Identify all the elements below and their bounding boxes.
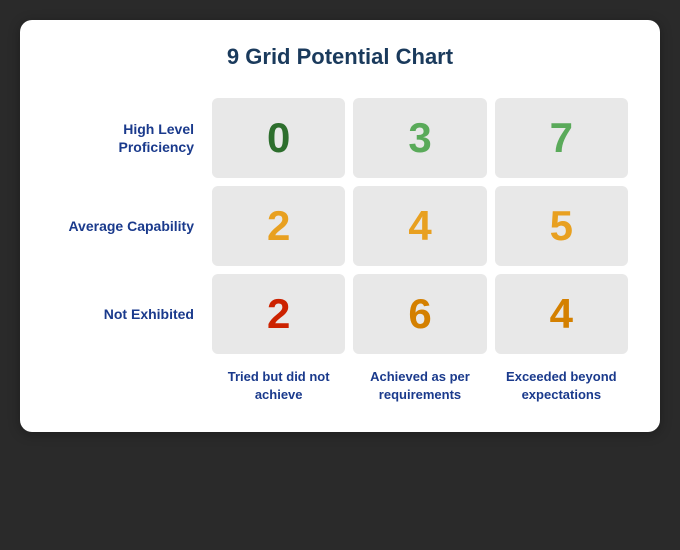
chart-card: 9 Grid Potential Chart High Level Profic… — [20, 20, 660, 432]
grid-container: High Level Proficiency 0 3 7 Average Cap… — [48, 94, 632, 404]
cell-0-0: 0 — [212, 98, 345, 178]
chart-title: 9 Grid Potential Chart — [48, 44, 632, 70]
cell-1-1: 4 — [353, 186, 486, 266]
col-label-2: Exceeded beyond expectations — [491, 358, 632, 404]
cell-1-0: 2 — [212, 186, 345, 266]
cell-0-1: 3 — [353, 98, 486, 178]
grid-corner — [48, 358, 208, 404]
cell-2-1: 6 — [353, 274, 486, 354]
cell-2-2: 4 — [495, 274, 628, 354]
cell-0-2: 7 — [495, 98, 628, 178]
row-label-not: Not Exhibited — [48, 270, 208, 358]
row-label-high: High Level Proficiency — [48, 94, 208, 182]
cell-1-2: 5 — [495, 186, 628, 266]
row-label-avg: Average Capability — [48, 182, 208, 270]
cell-2-0: 2 — [212, 274, 345, 354]
col-label-0: Tried but did not achieve — [208, 358, 349, 404]
col-label-1: Achieved as per requirements — [349, 358, 490, 404]
